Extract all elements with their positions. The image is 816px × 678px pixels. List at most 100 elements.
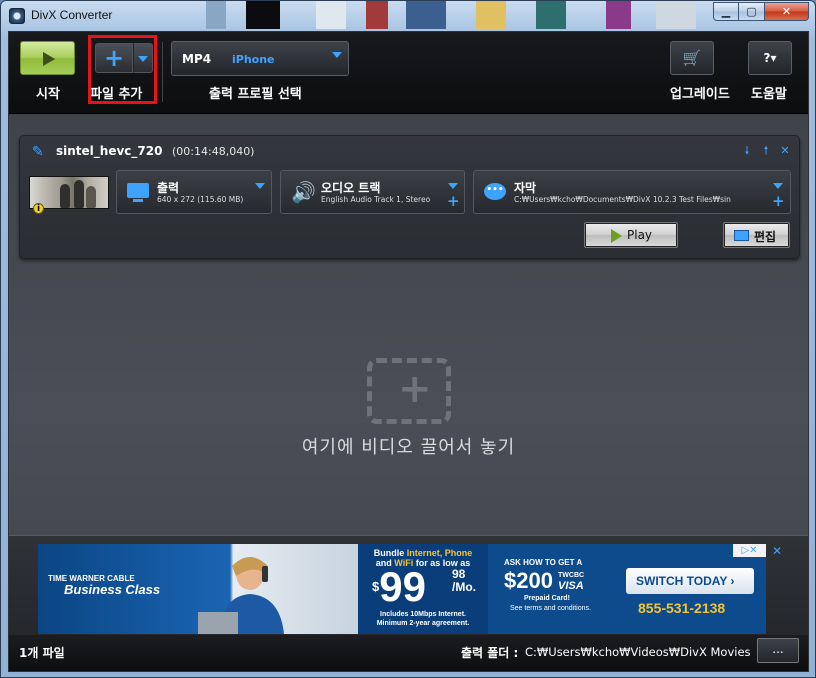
minimize-button[interactable]: ▁ <box>713 2 739 21</box>
ad-terms: See terms and conditions. <box>510 605 591 612</box>
play-label: Play <box>627 228 653 242</box>
speech-bubble-icon: ••• <box>484 183 506 200</box>
advertisement-banner[interactable]: TIME WARNER CABLE Business Class Bundle … <box>38 544 766 634</box>
subtitle-title: 자막 <box>514 181 537 195</box>
output-settings-box[interactable]: 출력 640 x 272 (115.60 MB) <box>116 170 272 214</box>
chevron-down-icon <box>773 183 783 189</box>
pencil-icon[interactable]: ✎ <box>32 145 46 159</box>
main-toolbar: 시작 + 파일 추가 MP4 iPhone 출력 프로필 선택 🛒 업그레이드 … <box>9 32 808 114</box>
ad-price-cents: 98/Mo. <box>452 568 476 594</box>
edit-button[interactable]: 편집 <box>723 222 790 248</box>
ad-person-image <box>198 557 284 634</box>
chevron-down-icon <box>255 183 265 189</box>
start-button[interactable] <box>20 41 75 75</box>
play-button[interactable]: Play <box>584 222 678 248</box>
profile-format: MP4 <box>182 52 212 66</box>
upgrade-button[interactable]: 🛒 <box>670 41 714 75</box>
audio-detail: English Audio Track 1, Stereo <box>321 195 431 204</box>
ad-offer-amount: $200 <box>504 568 553 593</box>
start-label: 시작 <box>36 87 60 102</box>
maximize-icon: ▢ <box>746 5 757 18</box>
file-count: 1개 파일 <box>19 646 65 660</box>
edit-label: 편집 <box>754 230 777 244</box>
ad-bundle-highlight1: Internet, Phone <box>406 548 473 558</box>
help-label: 도움말 <box>751 87 787 102</box>
speaker-icon: 🔊 <box>291 180 316 204</box>
ad-phone: 855-531-2138 <box>638 600 726 616</box>
ad-twcbc: TWCBC <box>558 572 585 579</box>
file-item-card[interactable]: ✎ sintel_hevc_720 (00:14:48,040) 🠗 🠕 ✕ i… <box>19 135 800 259</box>
add-audio-plus-icon[interactable]: + <box>447 194 460 209</box>
chevron-down-icon <box>138 56 148 62</box>
browse-folder-button[interactable]: ... <box>757 638 799 663</box>
output-profile-label: 출력 프로필 선택 <box>209 87 302 102</box>
ad-prepaid: Prepaid Card! <box>524 595 570 602</box>
client-area: 시작 + 파일 추가 MP4 iPhone 출력 프로필 선택 🛒 업그레이드 … <box>8 31 809 672</box>
profile-device: iPhone <box>232 53 275 66</box>
ad-choices-icon[interactable]: ▷✕ <box>733 544 766 557</box>
chevron-right-icon: › <box>730 574 735 588</box>
close-icon: ✕ <box>781 5 792 18</box>
file-list-area[interactable]: ✎ sintel_hevc_720 (00:14:48,040) 🠗 🠕 ✕ i… <box>9 115 808 535</box>
toolbar-divider <box>162 42 163 102</box>
minimize-icon: ▁ <box>721 5 731 18</box>
window-title: DivX Converter <box>31 8 113 22</box>
play-icon <box>611 229 622 243</box>
remove-file-icon[interactable]: ✕ <box>779 145 791 157</box>
ad-close-icon[interactable]: ✕ <box>772 544 782 558</box>
output-title: 출력 <box>157 181 180 195</box>
ad-fine2: Minimum 2-year agreement. <box>376 620 470 627</box>
title-bar[interactable]: DivX Converter ▁ ▢ ✕ <box>1 1 815 31</box>
file-duration: (00:14:48,040) <box>172 145 255 158</box>
status-bar: 1개 파일 출력 폴더 : C:₩Users₩kcho₩Videos₩DivX … <box>9 635 808 671</box>
ad-fine-print: Includes 10Mbps Internet. Minimum 2-year… <box>358 610 488 628</box>
app-window: DivX Converter ▁ ▢ ✕ 시작 + 파일 추가 MP4 iPho… <box>0 0 816 678</box>
ad-fine1: Includes 10Mbps Internet. <box>380 611 466 618</box>
ad-cents-value: 98 <box>452 567 466 581</box>
ad-visa: VISA <box>558 580 584 592</box>
chevron-down-icon <box>448 183 458 189</box>
subtitle-box[interactable]: ••• 자막 C:₩Users₩kcho₩Documents₩DivX 10.2… <box>473 170 791 214</box>
ad-switch-label: SWITCH TODAY <box>636 574 728 588</box>
ad-price-unit: /Mo. <box>452 580 476 594</box>
drop-zone-icon: + <box>367 358 451 424</box>
move-up-icon[interactable]: 🠕 <box>760 145 772 157</box>
info-icon[interactable]: i <box>33 203 44 214</box>
ad-bundle-word: Bundle <box>373 548 405 558</box>
add-file-dropdown-button[interactable] <box>133 43 153 73</box>
ad-left-panel: TIME WARNER CABLE Business Class <box>38 544 358 634</box>
edit-screen-icon <box>734 230 749 241</box>
ad-price: $99 <box>372 566 426 608</box>
add-file-button[interactable]: + <box>95 43 133 73</box>
audio-title: 오디오 트랙 <box>321 181 381 195</box>
ad-logo-line2: Business Class <box>64 582 161 597</box>
cart-icon: 🛒 <box>682 49 702 67</box>
monitor-icon <box>127 183 149 202</box>
file-name: sintel_hevc_720 <box>56 144 163 158</box>
window-caption-buttons: ▁ ▢ ✕ <box>713 2 809 22</box>
title-bar-glass-strip <box>206 1 706 31</box>
help-button[interactable]: ?▾ <box>748 41 792 75</box>
output-profile-select[interactable]: MP4 iPhone <box>171 41 349 76</box>
upgrade-label: 업그레이드 <box>670 87 730 102</box>
plus-icon: + <box>103 44 125 72</box>
ad-switch-button[interactable]: SWITCH TODAY › <box>626 568 754 594</box>
advertisement-band: TIME WARNER CABLE Business Class Bundle … <box>9 535 808 635</box>
subtitle-detail: C:₩Users₩kcho₩Documents₩DivX 10.2.3 Test… <box>514 195 731 204</box>
maximize-button[interactable]: ▢ <box>739 2 765 21</box>
output-folder-path: C:₩Users₩kcho₩Videos₩DivX Movies <box>525 645 751 659</box>
divx-app-icon <box>9 8 25 24</box>
drop-zone-text: 여기에 비디오 끌어서 놓기 <box>301 437 516 458</box>
ad-offer-panel: ASK HOW TO GET A $200 TWCBC VISA Prepaid… <box>488 544 766 634</box>
ad-ask-text: ASK HOW TO GET A <box>504 558 583 567</box>
add-subtitle-plus-icon[interactable]: + <box>772 194 785 209</box>
ad-price-main: 99 <box>379 563 426 610</box>
move-down-icon[interactable]: 🠗 <box>741 145 753 157</box>
audio-track-box[interactable]: 🔊 오디오 트랙 English Audio Track 1, Stereo + <box>280 170 465 214</box>
add-file-label: 파일 추가 <box>90 87 143 102</box>
output-detail: 640 x 272 (115.60 MB) <box>157 195 244 204</box>
chevron-down-icon <box>332 52 342 58</box>
close-button[interactable]: ✕ <box>765 2 809 21</box>
ad-price-panel: Bundle Internet, Phone and WiFi for as l… <box>358 544 488 634</box>
output-folder-label: 출력 폴더 : <box>461 646 519 660</box>
